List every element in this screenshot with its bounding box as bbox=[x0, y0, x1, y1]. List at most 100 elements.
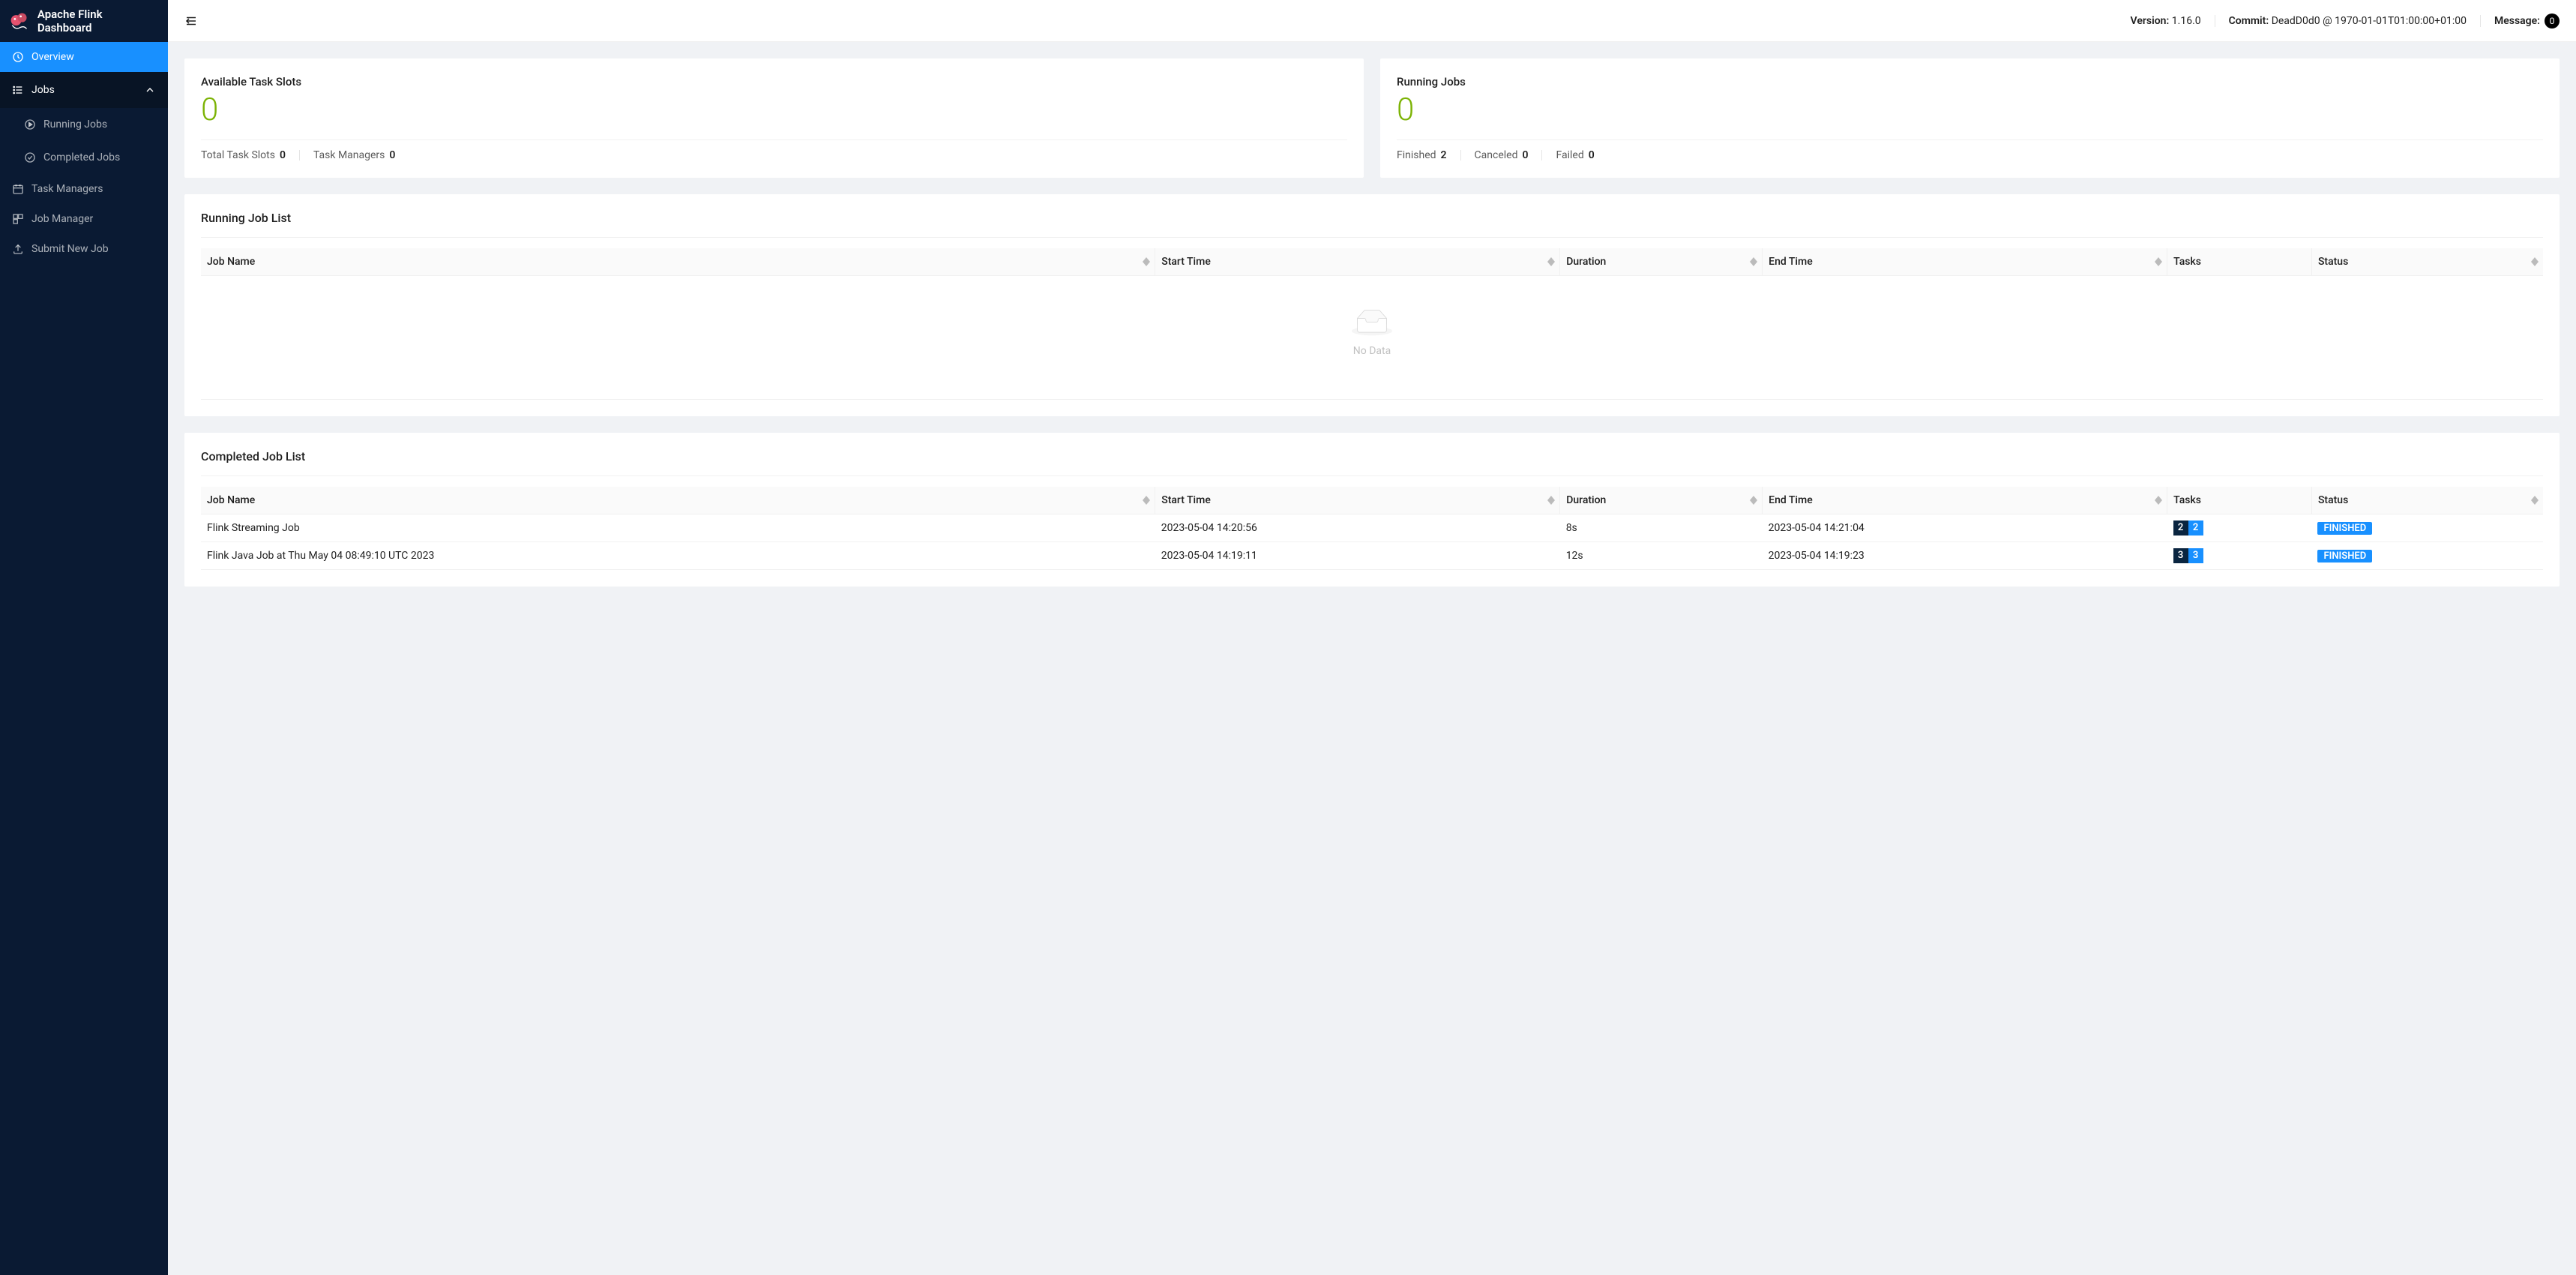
stat-value: 0 bbox=[389, 149, 395, 161]
th-label: Status bbox=[2318, 494, 2348, 506]
sidebar-item-label: Completed Jobs bbox=[43, 152, 120, 164]
sidebar-item-label: Job Manager bbox=[31, 213, 93, 225]
play-circle-icon bbox=[24, 118, 36, 130]
th-duration[interactable]: Duration bbox=[1560, 248, 1763, 276]
card-task-slots: Available Task Slots 0 Total Task Slots 0… bbox=[184, 58, 1364, 178]
topbar: Version: 1.16.0 Commit: DeadD0d0 @ 1970-… bbox=[168, 0, 2576, 42]
stat-value: 0 bbox=[280, 149, 286, 161]
th-label: Status bbox=[2318, 256, 2348, 268]
th-status[interactable]: Status bbox=[2311, 487, 2543, 514]
check-circle-icon bbox=[24, 152, 36, 164]
sidebar-item-task-managers[interactable]: Task Managers bbox=[0, 174, 168, 204]
section-title: Running Job List bbox=[201, 211, 2543, 225]
th-label: End Time bbox=[1769, 256, 1813, 268]
sidebar-item-label: Overview bbox=[31, 51, 74, 63]
empty-state: No Data bbox=[207, 282, 2537, 393]
message-count-badge: 0 bbox=[2545, 14, 2560, 28]
th-label: Start Time bbox=[1161, 494, 1211, 506]
tasks-badge-finished: 2 bbox=[2188, 520, 2203, 536]
separator bbox=[1460, 150, 1461, 160]
completed-jobs-table: Job Name Start Time Duration End Time Ta… bbox=[201, 487, 2543, 570]
sidebar-item-submit[interactable]: Submit New Job bbox=[0, 234, 168, 264]
th-start-time[interactable]: Start Time bbox=[1155, 248, 1560, 276]
status-badge: FINISHED bbox=[2317, 550, 2372, 562]
sidebar-item-jobs[interactable]: Jobs bbox=[0, 72, 168, 108]
card-title: Available Task Slots bbox=[201, 75, 1347, 88]
inbox-icon bbox=[1352, 309, 1392, 336]
cell-duration: 8s bbox=[1560, 514, 1763, 542]
cell-end-time: 2023-05-04 14:19:23 bbox=[1763, 542, 2167, 570]
sidebar-item-job-manager[interactable]: Job Manager bbox=[0, 204, 168, 234]
sidebar-item-label: Jobs bbox=[31, 84, 55, 96]
cell-end-time: 2023-05-04 14:21:04 bbox=[1763, 514, 2167, 542]
total-slots: Total Task Slots 0 bbox=[201, 149, 286, 161]
menu-fold-icon[interactable] bbox=[184, 14, 198, 28]
th-tasks[interactable]: Tasks bbox=[2167, 487, 2312, 514]
tasks-badge-total: 3 bbox=[2173, 548, 2188, 563]
stat-label: Total Task Slots bbox=[201, 149, 275, 161]
status-badge: FINISHED bbox=[2317, 522, 2372, 535]
sidebar: Apache Flink Dashboard Overview Jobs bbox=[0, 0, 168, 1275]
th-tasks[interactable]: Tasks bbox=[2167, 248, 2312, 276]
available-slots-value: 0 bbox=[201, 92, 1347, 129]
version-value: 1.16.0 bbox=[2172, 15, 2201, 27]
canceled-count: Canceled0 bbox=[1475, 149, 1529, 161]
sidebar-item-label: Submit New Job bbox=[31, 243, 109, 255]
list-icon bbox=[12, 84, 24, 96]
cell-tasks: 33 bbox=[2167, 542, 2312, 570]
running-jobs-value: 0 bbox=[1397, 92, 2543, 129]
stat-value: 2 bbox=[1441, 149, 1447, 161]
chevron-up-icon bbox=[144, 84, 156, 96]
stat-label: Canceled bbox=[1475, 149, 1518, 161]
separator bbox=[2480, 15, 2481, 27]
card-running-job-list: Running Job List Job Name Start Time Dur… bbox=[184, 194, 2560, 416]
sort-icon bbox=[2155, 496, 2162, 505]
th-end-time[interactable]: End Time bbox=[1763, 487, 2167, 514]
sidebar-item-running-jobs[interactable]: Running Jobs bbox=[0, 108, 168, 141]
th-status[interactable]: Status bbox=[2311, 248, 2543, 276]
upload-icon bbox=[12, 243, 24, 255]
sort-icon bbox=[1143, 496, 1150, 505]
sort-icon bbox=[2531, 496, 2539, 505]
th-duration[interactable]: Duration bbox=[1560, 487, 1763, 514]
brand-title: Apache Flink Dashboard bbox=[37, 8, 159, 34]
calendar-icon bbox=[12, 183, 24, 195]
version-label: Version: bbox=[2131, 15, 2170, 27]
separator bbox=[1541, 150, 1542, 160]
table-row[interactable]: Flink Java Job at Thu May 04 08:49:10 UT… bbox=[201, 542, 2543, 570]
th-label: Duration bbox=[1566, 256, 1606, 268]
table-row[interactable]: Flink Streaming Job 2023-05-04 14:20:56 … bbox=[201, 514, 2543, 542]
th-label: Tasks bbox=[2173, 494, 2201, 506]
brand: Apache Flink Dashboard bbox=[0, 0, 168, 42]
flink-logo-icon bbox=[9, 10, 30, 32]
th-end-time[interactable]: End Time bbox=[1763, 248, 2167, 276]
th-label: Job Name bbox=[207, 494, 255, 506]
stat-value: 0 bbox=[1589, 149, 1595, 161]
tasks-badge-finished: 3 bbox=[2188, 548, 2203, 563]
th-job-name[interactable]: Job Name bbox=[201, 248, 1155, 276]
main-area: Version: 1.16.0 Commit: DeadD0d0 @ 1970-… bbox=[168, 0, 2576, 1275]
cell-duration: 12s bbox=[1560, 542, 1763, 570]
sidebar-item-overview[interactable]: Overview bbox=[0, 42, 168, 72]
section-title: Completed Job List bbox=[201, 449, 2543, 464]
cell-status: FINISHED bbox=[2311, 542, 2543, 570]
commit-value: DeadD0d0 @ 1970-01-01T01:00:00+01:00 bbox=[2272, 15, 2467, 27]
card-title: Running Jobs bbox=[1397, 75, 2543, 88]
sidebar-item-completed-jobs[interactable]: Completed Jobs bbox=[0, 141, 168, 174]
version-info: Version: 1.16.0 bbox=[2131, 15, 2201, 27]
card-running-jobs: Running Jobs 0 Finished2 Canceled0 Faile… bbox=[1380, 58, 2560, 178]
tasks-badge-total: 2 bbox=[2173, 520, 2188, 536]
message-info[interactable]: Message: 0 bbox=[2494, 14, 2560, 28]
empty-text: No Data bbox=[207, 345, 2537, 357]
cell-start-time: 2023-05-04 14:19:11 bbox=[1155, 542, 1560, 570]
sort-icon bbox=[1750, 496, 1757, 505]
th-start-time[interactable]: Start Time bbox=[1155, 487, 1560, 514]
content: Available Task Slots 0 Total Task Slots 0… bbox=[168, 42, 2576, 603]
th-label: Start Time bbox=[1161, 256, 1211, 268]
message-label: Message: bbox=[2494, 15, 2540, 27]
dashboard-icon bbox=[12, 51, 24, 63]
commit-info: Commit: DeadD0d0 @ 1970-01-01T01:00:00+0… bbox=[2229, 15, 2467, 27]
sidebar-item-label: Running Jobs bbox=[43, 118, 107, 130]
slots-stats: Total Task Slots0 Task Managers0 bbox=[201, 149, 1347, 161]
th-job-name[interactable]: Job Name bbox=[201, 487, 1155, 514]
